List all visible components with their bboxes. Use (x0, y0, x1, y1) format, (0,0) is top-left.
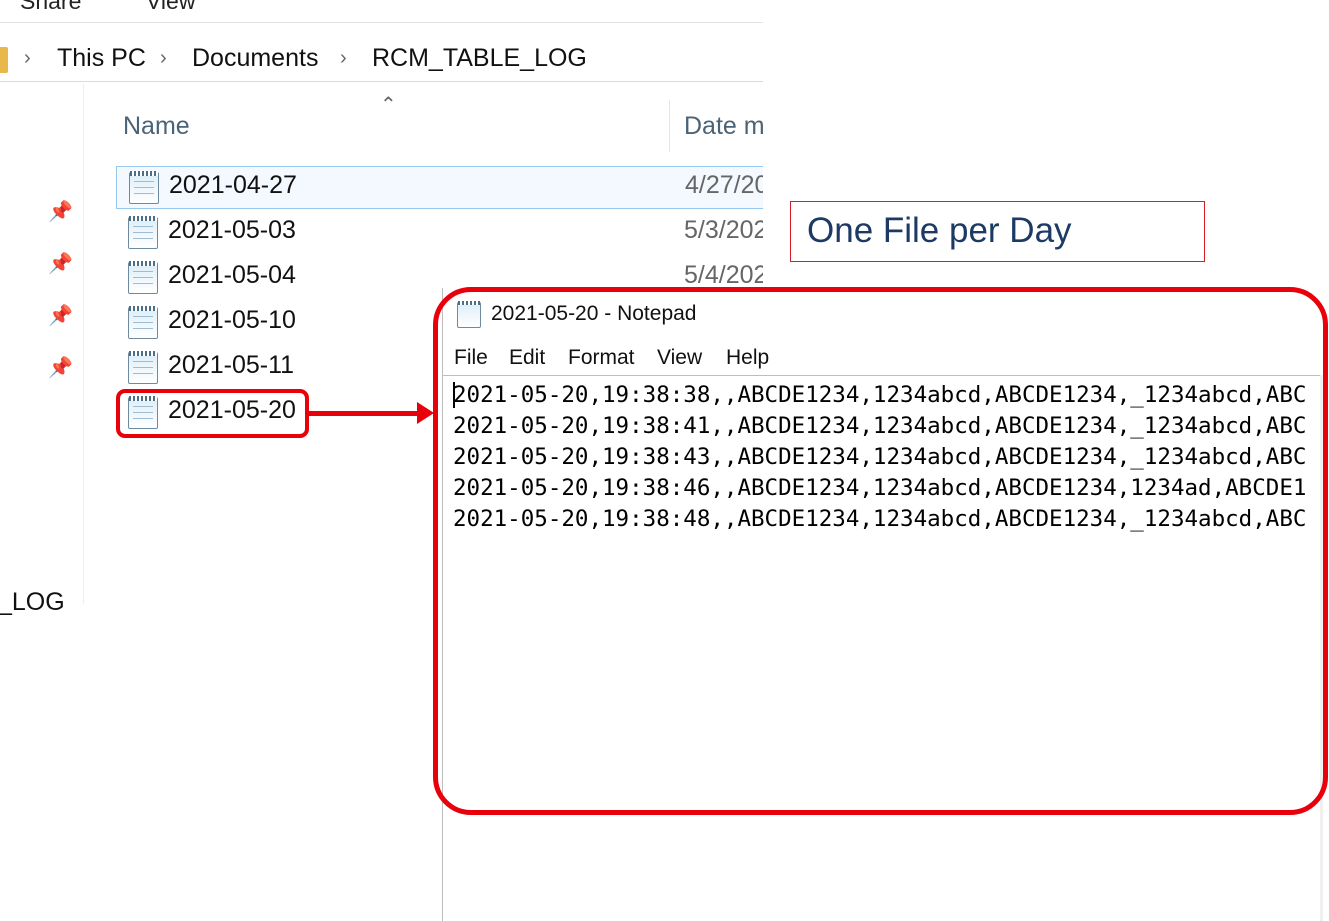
file-name: 2021-04-27 (169, 171, 297, 199)
vertical-scrollbar[interactable] (1320, 375, 1323, 921)
pin-icon[interactable]: 📌 (48, 200, 73, 224)
column-divider[interactable] (669, 100, 670, 152)
text-line: 2021-05-20,19:38:38,,ABCDE1234,1234abcd,… (453, 382, 1307, 408)
breadcrumb-documents[interactable]: Documents (192, 44, 318, 73)
file-highlight-box (116, 389, 309, 438)
column-header-name[interactable]: Name (123, 112, 190, 141)
notepad-file-icon (128, 261, 158, 294)
chevron-right-icon: › (340, 47, 347, 69)
menu-bar: File Edit Format View Help (443, 342, 1329, 374)
file-date: 5/3/202 (684, 216, 763, 244)
arrow-right-icon (417, 402, 434, 424)
notepad-file-icon (128, 306, 158, 339)
file-date: 5/4/202 (684, 261, 763, 289)
file-row[interactable]: 2021-05-03 5/3/202 (116, 212, 763, 255)
text-editor-area[interactable]: 2021-05-20,19:38:38,,ABCDE1234,1234abcd,… (443, 375, 1323, 921)
callout-text: One File per Day (807, 211, 1072, 250)
annotation-arrow (309, 411, 421, 416)
nav-item-log-folder[interactable]: _LOG (0, 588, 65, 617)
window-title: 2021-05-20 - Notepad (491, 302, 697, 325)
file-name: 2021-05-04 (168, 261, 296, 289)
text-line: 2021-05-20,19:38:41,,ABCDE1234,1234abcd,… (453, 413, 1307, 439)
column-header-date-modified[interactable]: Date m (684, 112, 763, 141)
menu-format[interactable]: Format (568, 346, 635, 370)
pin-icon[interactable]: 📌 (48, 304, 73, 328)
file-row[interactable]: 2021-04-27 4/27/20 (116, 166, 763, 209)
file-name: 2021-05-10 (168, 306, 296, 334)
notepad-window: 2021-05-20 - Notepad File Edit Format Vi… (442, 288, 1329, 921)
text-line: 2021-05-20,19:38:48,,ABCDE1234,1234abcd,… (453, 506, 1307, 532)
callout-box: One File per Day (790, 201, 1205, 262)
ribbon-tab-share[interactable]: Share (20, 0, 81, 15)
menu-file[interactable]: File (454, 346, 488, 370)
menu-edit[interactable]: Edit (509, 346, 545, 370)
file-date: 4/27/20 (685, 171, 763, 199)
ribbon-divider (0, 22, 763, 23)
text-line: 2021-05-20,19:38:43,,ABCDE1234,1234abcd,… (453, 444, 1307, 470)
folder-icon (0, 47, 8, 73)
menu-view[interactable]: View (657, 346, 702, 370)
chevron-right-icon: › (24, 47, 31, 69)
file-name: 2021-05-03 (168, 216, 296, 244)
notepad-icon (457, 301, 481, 328)
address-bar[interactable]: › This PC › Documents › RCM_TABLE_LOG (0, 39, 763, 82)
breadcrumb-rcm-table-log[interactable]: RCM_TABLE_LOG (372, 44, 587, 73)
notepad-file-icon (129, 171, 159, 204)
breadcrumb-this-pc[interactable]: This PC (57, 44, 146, 73)
ribbon-tabs: Share View (0, 0, 763, 15)
menu-help[interactable]: Help (726, 346, 769, 370)
file-name: 2021-05-11 (168, 351, 295, 379)
text-line: 2021-05-20,19:38:46,,ABCDE1234,1234abcd,… (453, 475, 1307, 501)
chevron-right-icon: › (160, 47, 167, 69)
notepad-titlebar[interactable]: 2021-05-20 - Notepad (443, 288, 1329, 336)
pin-icon[interactable]: 📌 (48, 252, 73, 276)
sort-ascending-icon: ⌃ (380, 94, 397, 116)
pin-icon[interactable]: 📌 (48, 356, 73, 380)
notepad-file-icon (128, 351, 158, 384)
ribbon-tab-view[interactable]: View (146, 0, 195, 15)
navigation-pane: 📌 📌 📌 📌 _LOG (0, 84, 84, 616)
notepad-file-icon (128, 216, 158, 249)
